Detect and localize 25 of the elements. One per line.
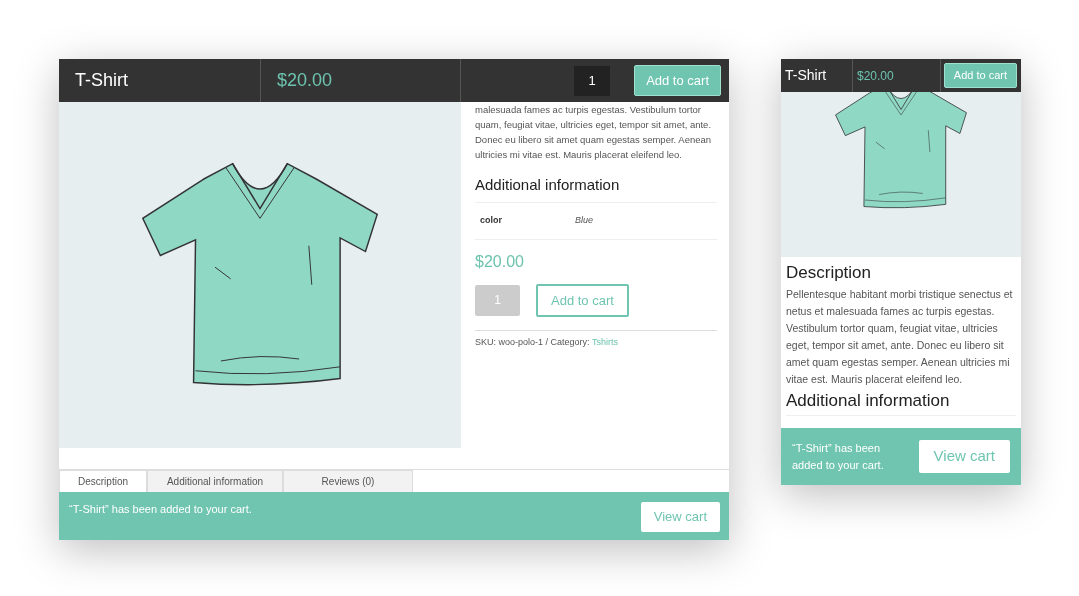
view-cart-button[interactable]: View cart (640, 502, 720, 532)
view-cart-button[interactable]: View cart (918, 440, 1010, 473)
section-heading: Additional information (786, 387, 1016, 416)
product-price: $20.00 (475, 251, 525, 272)
tab[interactable]: Reviews (0) (283, 470, 413, 492)
quantity-field[interactable]: 1 (574, 65, 611, 96)
attribute-name: color (479, 213, 503, 227)
tab[interactable]: Description (59, 470, 147, 492)
section-heading: Additional information (475, 174, 717, 203)
product-price: $20.00 (857, 67, 894, 85)
add-to-cart-button[interactable]: Add to cart (536, 283, 629, 317)
description-text: malesuada fames ac turpis egestas. Vestibulum tortor quam, feugiat vitae, ultricies eget, tempor sit amet, ante. Donec eu libero sit amet quam egestas semper. Aenean ultricies mi vitae est. Mauris placerat eleifend leo. (475, 103, 713, 162)
attribute-value: Blue (575, 213, 593, 227)
product-title: T-Shirt (785, 66, 827, 85)
tab[interactable]: Additional information (147, 470, 283, 492)
product-title: T-Shirt (75, 69, 128, 92)
add-to-cart-button[interactable]: Add to cart (634, 64, 721, 97)
notice-message: “T-Shirt” has been added to your cart. (792, 440, 885, 473)
description-text: Pellentesque habitant morbi tristique senectus et netus et malesuada fames ac turpis egestas. Vestibulum tortor quam, feugiat vitae, ultricies eget, tempor sit amet, ante. Donec eu libero sit amet quam egestas semper. Aenean ultricies mi vitae est. Mauris placerat eleifend leo. (786, 286, 1014, 387)
category-link[interactable]: Tshirts (591, 337, 618, 347)
product-price: $20.00 (277, 69, 333, 92)
section-heading: Description (786, 262, 873, 284)
add-to-cart-button[interactable]: Add to cart (943, 63, 1017, 88)
notice-message: “T-Shirt” has been added to your cart. (69, 502, 252, 517)
product-meta: SKU: woo-polo-1 / Category: (475, 337, 591, 347)
